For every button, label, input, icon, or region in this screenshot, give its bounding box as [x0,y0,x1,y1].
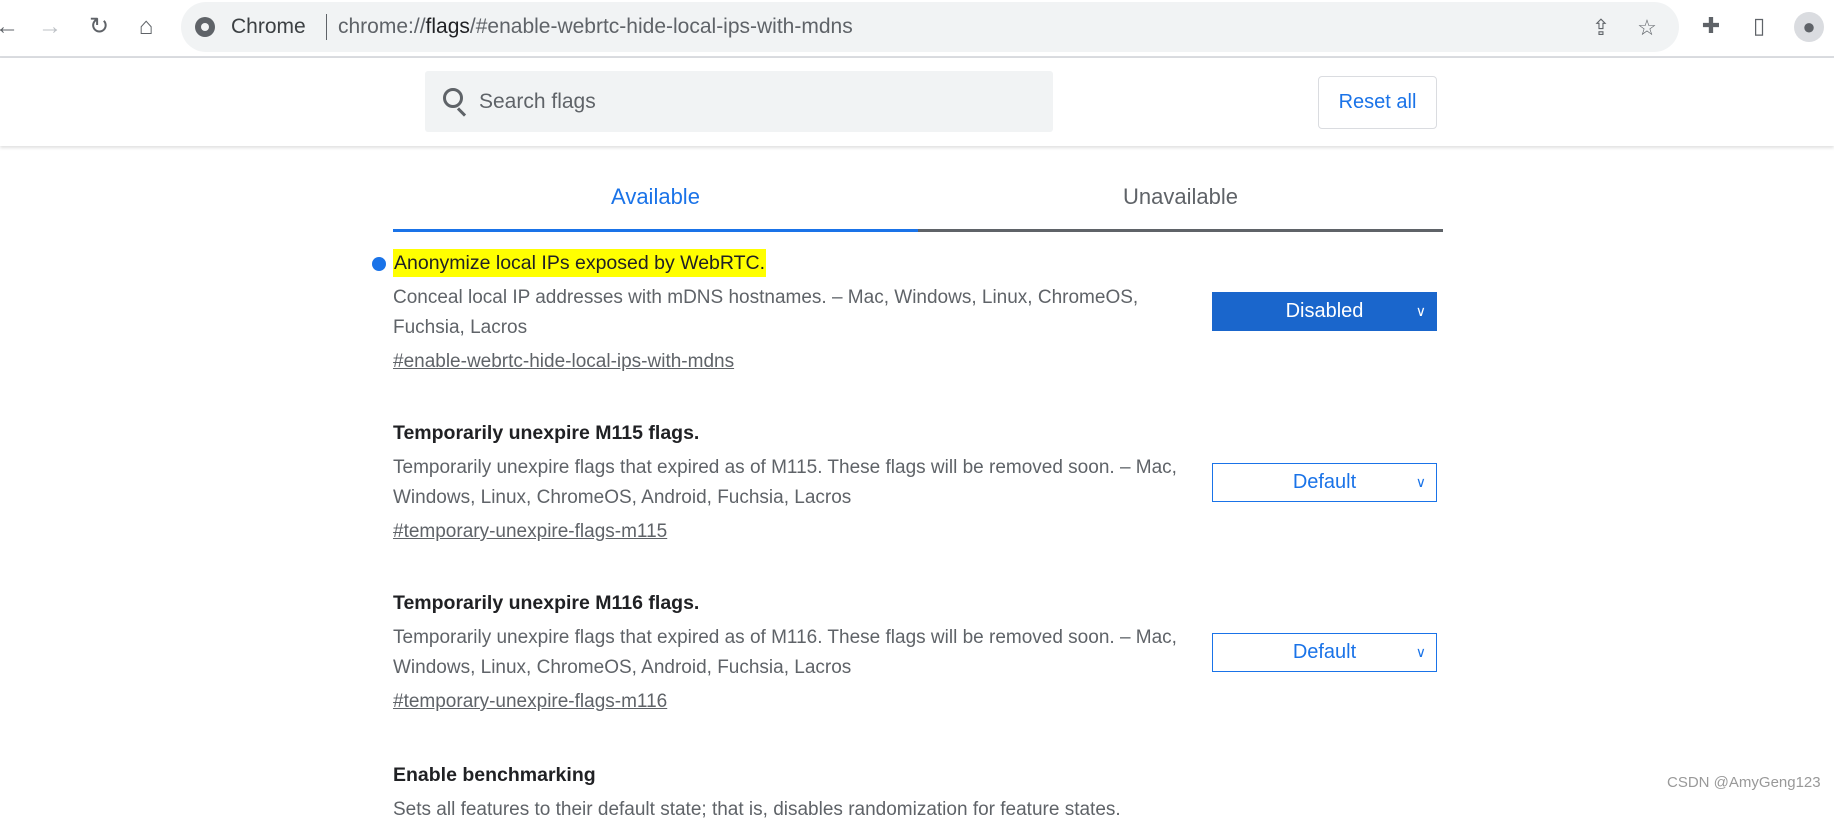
flag-link[interactable]: #enable-webrtc-hide-local-ips-with-mdns [393,348,734,376]
flag-item: Enable benchmarking Sets all features to… [393,761,1443,825]
flag-title: Temporarily unexpire M115 flags. [393,422,700,444]
side-panel-icon[interactable]: ▯ [1745,13,1773,39]
flag-select[interactable]: Default ∨ [1212,633,1437,672]
flag-description: Conceal local IP addresses with mDNS hos… [393,287,1139,338]
url-text[interactable]: chrome://flags/#enable-webrtc-hide-local… [338,15,853,39]
tab-bar: Available Unavailable [393,172,1443,232]
site-name: Chrome [231,15,306,38]
modified-indicator-icon [372,257,386,271]
flag-item: Temporarily unexpire M115 flags. Tempora… [393,419,1443,546]
flag-select[interactable]: Default ∨ [1212,463,1437,502]
flags-header: Reset all [0,58,1834,146]
flag-title: Anonymize local IPs exposed by WebRTC. [393,249,767,277]
flag-description: Temporarily unexpire flags that expired … [393,457,1177,508]
search-icon [443,88,463,108]
watermark: CSDN @AmyGeng123 [1667,774,1821,791]
search-box[interactable] [425,71,1053,132]
chevron-down-icon: ∨ [1415,303,1426,319]
back-icon[interactable]: ← [0,12,22,42]
chevron-down-icon: ∨ [1415,474,1426,490]
flag-item: Temporarily unexpire M116 flags. Tempora… [393,589,1443,716]
flag-link[interactable]: #temporary-unexpire-flags-m115 [393,518,667,546]
flag-description: Sets all features to their default state… [393,799,1121,820]
forward-icon[interactable]: → [35,12,65,42]
tab-available[interactable]: Available [393,172,918,232]
extensions-icon[interactable]: ✚ [1697,13,1725,39]
browser-toolbar: ← → ↻ ⌂ Chrome chrome://flags/#enable-we… [0,0,1834,58]
reload-icon[interactable]: ↻ [84,12,114,42]
search-input[interactable] [479,85,1019,119]
chevron-down-icon: ∨ [1415,644,1426,660]
home-icon[interactable]: ⌂ [131,12,161,42]
divider [326,14,327,40]
flag-title: Enable benchmarking [393,764,596,786]
profile-avatar-icon[interactable]: ● [1794,12,1824,42]
bookmark-star-icon[interactable]: ☆ [1633,15,1661,41]
flag-title: Temporarily unexpire M116 flags. [393,592,700,614]
tab-unavailable[interactable]: Unavailable [918,172,1443,232]
chrome-icon [195,17,215,37]
reset-all-button[interactable]: Reset all [1318,76,1437,129]
flag-select[interactable]: Disabled ∨ [1212,292,1437,331]
address-bar[interactable]: Chrome chrome://flags/#enable-webrtc-hid… [181,2,1679,52]
flag-link[interactable]: #temporary-unexpire-flags-m116 [393,688,667,716]
flag-description: Temporarily unexpire flags that expired … [393,627,1177,678]
flag-item: Anonymize local IPs exposed by WebRTC. C… [372,249,1443,376]
share-icon[interactable]: ⇪ [1587,15,1615,41]
